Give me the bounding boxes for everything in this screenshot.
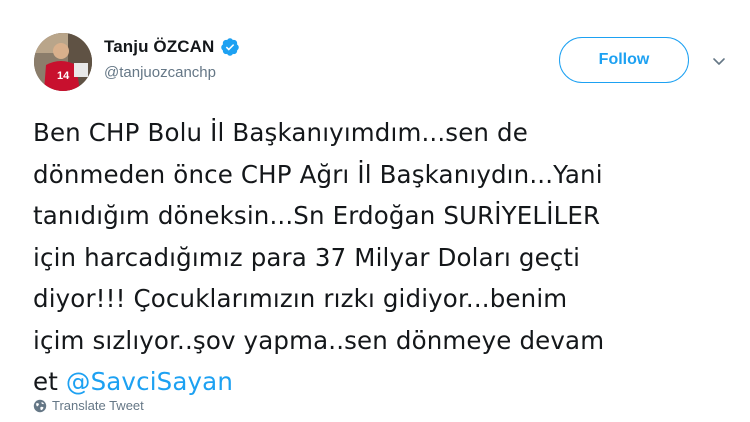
tweet-card: 14 Tanju ÖZCAN @tanjuozcanchp Follow Ben… (0, 0, 750, 422)
chevron-down-icon[interactable] (711, 55, 727, 67)
display-name[interactable]: Tanju ÖZCAN (104, 37, 214, 57)
name-row: Tanju ÖZCAN (104, 36, 240, 58)
tweet-line-last: et @SavciSayan (33, 361, 733, 403)
tweet-line: Ben CHP Bolu İl Başkanıyımdım...sen de (33, 118, 528, 147)
verified-badge-icon (220, 37, 240, 57)
tweet-line-prefix: et (33, 367, 66, 396)
follow-button[interactable]: Follow (559, 37, 689, 83)
globe-icon (33, 399, 47, 413)
tweet-line: dönmeden önce CHP Ağrı İl Başkanıydın...… (33, 159, 603, 189)
tweet-text: Ben CHP Bolu İl Başkanıyımdım...sen de dö… (33, 112, 733, 403)
author-block: Tanju ÖZCAN @tanjuozcanchp (104, 36, 240, 81)
tweet-line: içim sızlıyor..şov yapma..sen dönmeye de… (33, 325, 605, 355)
avatar[interactable]: 14 (34, 33, 92, 91)
tweet-line: için harcadığımız para 37 Milyar Doları … (33, 242, 581, 272)
avatar-photo: 14 (34, 33, 92, 91)
mention-link[interactable]: @SavciSayan (66, 367, 233, 396)
handle[interactable]: @tanjuozcanchp (104, 64, 240, 81)
avatar-jersey-number: 14 (57, 70, 70, 82)
tweet-line: tanıdığım döneksin...Sn Erdoğan SURİYELİ… (33, 201, 601, 230)
translate-tweet-link[interactable]: Translate Tweet (33, 398, 144, 413)
translate-label: Translate Tweet (52, 398, 144, 413)
tweet-line: diyor!!! Çocuklarımızın rızkı gidiyor...… (33, 284, 568, 313)
